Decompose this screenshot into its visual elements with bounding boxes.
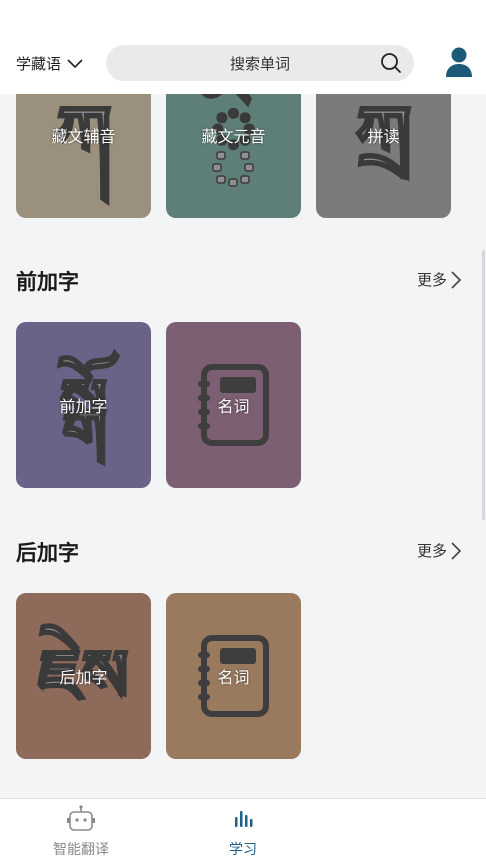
more-label: 更多 <box>417 271 448 289</box>
tab-learn[interactable]: 学习 <box>183 805 303 859</box>
chevron-right-icon <box>451 541 462 560</box>
card-label: 藏文元音 <box>201 127 266 146</box>
search-placeholder: 搜索单词 <box>229 54 290 73</box>
language-selector[interactable]: 学藏语 <box>16 53 83 74</box>
search-input[interactable]: 搜索单词 <box>106 45 414 81</box>
language-label: 学藏语 <box>16 55 62 73</box>
vowel-dots-icon <box>211 151 254 187</box>
card-label: 藏文辅音 <box>51 127 116 146</box>
card-label: 拼读 <box>367 127 400 146</box>
more-link-suffix[interactable]: 更多 <box>417 540 462 561</box>
tab-translate[interactable]: 智能翻译 <box>21 805 141 859</box>
card-label: 后加字 <box>59 668 108 687</box>
chevron-right-icon <box>451 270 462 289</box>
more-link-prefix[interactable]: 更多 <box>417 269 462 290</box>
card-nouns-prefix[interactable]: 名词 <box>166 322 301 488</box>
card-nouns-suffix[interactable]: 名词 <box>166 593 301 759</box>
tab-label: 学习 <box>229 842 257 858</box>
search-icon[interactable] <box>380 52 402 74</box>
bottom-tab-bar: 智能翻译 学习 <box>0 798 486 865</box>
card-label: 前加字 <box>59 397 108 416</box>
card-label: 名词 <box>217 397 250 416</box>
card-prefix-letters[interactable]: སྒོ 前加字 <box>16 322 151 488</box>
more-label: 更多 <box>417 542 448 560</box>
user-avatar-icon[interactable] <box>444 46 474 78</box>
scrollbar[interactable] <box>482 250 485 520</box>
robot-icon <box>67 805 95 831</box>
section-title-suffix: 后加字 <box>16 541 79 565</box>
section-title-prefix: 前加字 <box>16 270 79 294</box>
learn-content: ཀ 藏文辅音 ི 藏文元音 ཀྲ 拼读 前加字 更多 སྒོ 前加字 名词 后加… <box>0 0 486 800</box>
app-header: 学藏语 搜索单词 <box>0 0 486 94</box>
chevron-down-icon <box>67 58 83 68</box>
card-suffix-letters[interactable]: ཇེས 后加字 <box>16 593 151 759</box>
bars-icon <box>235 811 253 827</box>
card-label: 名词 <box>217 668 250 687</box>
tab-label: 智能翻译 <box>53 842 109 858</box>
